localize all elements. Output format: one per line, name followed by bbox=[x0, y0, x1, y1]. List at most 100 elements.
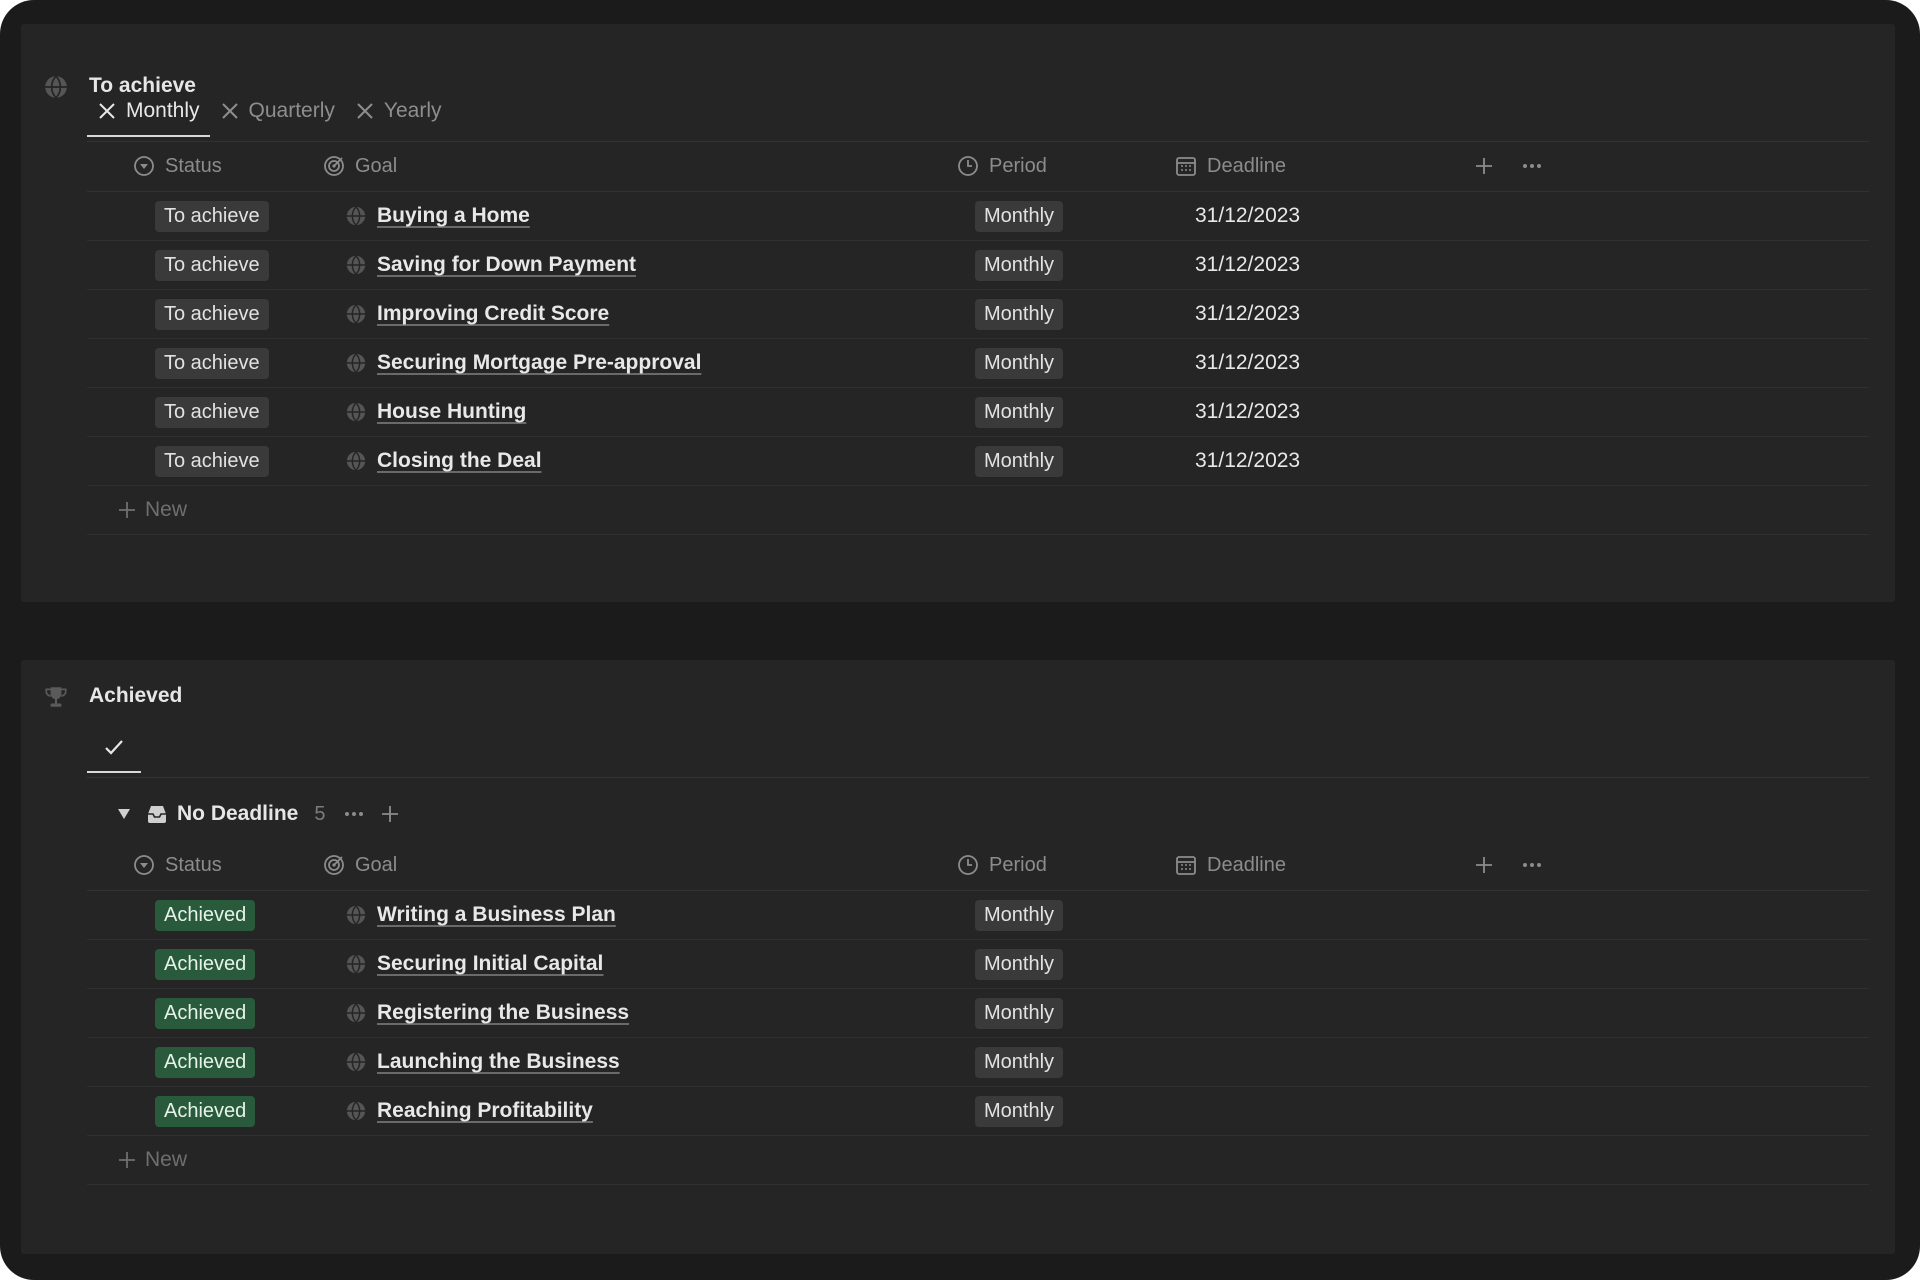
column-status[interactable]: Status bbox=[133, 141, 222, 191]
more-icon[interactable] bbox=[1521, 854, 1543, 876]
status-cell[interactable]: To achieve bbox=[155, 388, 269, 436]
deadline-cell[interactable] bbox=[1195, 891, 1445, 939]
achieved-section: Achieved No Deadline 5 Status Goal Perio… bbox=[21, 660, 1895, 1254]
table-row[interactable]: To achieve Improving Credit Score Monthly 3… bbox=[87, 290, 1869, 339]
deadline-cell[interactable] bbox=[1195, 989, 1445, 1037]
period-cell[interactable]: Monthly bbox=[975, 1087, 1064, 1135]
table-row[interactable]: Achieved Registering the Business Monthly bbox=[87, 989, 1869, 1038]
period-tag: Monthly bbox=[975, 249, 1064, 281]
column-period[interactable]: Period bbox=[957, 840, 1047, 890]
status-cell[interactable]: To achieve bbox=[155, 339, 269, 387]
tab-achieved[interactable] bbox=[87, 722, 141, 773]
goal-title[interactable]: House Hunting bbox=[377, 400, 526, 424]
goal-title[interactable]: Saving for Down Payment bbox=[377, 253, 636, 277]
column-goal[interactable]: Goal bbox=[323, 141, 397, 191]
more-icon[interactable] bbox=[1521, 155, 1543, 177]
tab-yearly[interactable]: Yearly bbox=[345, 86, 452, 136]
period-tag: Monthly bbox=[975, 200, 1064, 232]
deadline-cell[interactable]: 31/12/2023 bbox=[1195, 437, 1300, 485]
goal-title[interactable]: Securing Initial Capital bbox=[377, 952, 603, 976]
tab-monthly[interactable]: Monthly bbox=[87, 86, 210, 137]
add-column-icon[interactable] bbox=[1473, 854, 1495, 876]
column-label: Period bbox=[989, 853, 1047, 876]
period-cell[interactable]: Monthly bbox=[975, 989, 1064, 1037]
more-icon[interactable] bbox=[343, 803, 365, 825]
period-cell[interactable]: Monthly bbox=[975, 1038, 1064, 1086]
goal-cell[interactable]: Registering the Business bbox=[345, 989, 629, 1037]
period-tag: Monthly bbox=[975, 899, 1064, 931]
deadline-cell[interactable] bbox=[1195, 1038, 1445, 1086]
period-cell[interactable]: Monthly bbox=[975, 891, 1064, 939]
goal-cell[interactable]: Improving Credit Score bbox=[345, 290, 609, 338]
period-cell[interactable]: Monthly bbox=[975, 940, 1064, 988]
goal-cell[interactable]: House Hunting bbox=[345, 388, 526, 436]
period-cell[interactable]: Monthly bbox=[975, 437, 1064, 485]
goal-cell[interactable]: Buying a Home bbox=[345, 192, 530, 240]
status-cell[interactable]: Achieved bbox=[155, 940, 256, 988]
deadline-cell[interactable]: 31/12/2023 bbox=[1195, 241, 1300, 289]
goal-cell[interactable]: Writing a Business Plan bbox=[345, 891, 616, 939]
goal-title[interactable]: Improving Credit Score bbox=[377, 302, 609, 326]
column-deadline[interactable]: Deadline bbox=[1175, 840, 1286, 890]
deadline-cell[interactable] bbox=[1195, 1087, 1445, 1135]
goal-cell[interactable]: Closing the Deal bbox=[345, 437, 542, 485]
globe-icon bbox=[346, 450, 366, 472]
plus-icon[interactable] bbox=[379, 803, 401, 825]
goal-title[interactable]: Reaching Profitability bbox=[377, 1099, 593, 1123]
goal-cell[interactable]: Securing Initial Capital bbox=[345, 940, 603, 988]
column-status[interactable]: Status bbox=[133, 840, 222, 890]
deadline-cell[interactable]: 31/12/2023 bbox=[1195, 290, 1300, 338]
deadline-cell[interactable]: 31/12/2023 bbox=[1195, 192, 1300, 240]
status-cell[interactable]: To achieve bbox=[155, 192, 269, 240]
table-row[interactable]: To achieve Closing the Deal Monthly 31/12/2… bbox=[87, 437, 1869, 486]
status-cell[interactable]: To achieve bbox=[155, 241, 269, 289]
table-row[interactable]: Achieved Launching the Business Monthly bbox=[87, 1038, 1869, 1087]
goal-title[interactable]: Registering the Business bbox=[377, 1001, 629, 1025]
status-cell[interactable]: To achieve bbox=[155, 437, 269, 485]
deadline-cell[interactable] bbox=[1195, 940, 1445, 988]
triangle-down-icon[interactable] bbox=[117, 807, 131, 821]
period-tag: Monthly bbox=[975, 396, 1064, 428]
status-cell[interactable]: To achieve bbox=[155, 290, 269, 338]
goal-cell[interactable]: Saving for Down Payment bbox=[345, 241, 636, 289]
goal-cell[interactable]: Launching the Business bbox=[345, 1038, 620, 1086]
goal-title[interactable]: Closing the Deal bbox=[377, 449, 542, 473]
new-label: New bbox=[145, 498, 188, 521]
column-deadline[interactable]: Deadline bbox=[1175, 141, 1286, 191]
deadline-date: 31/12/2023 bbox=[1195, 351, 1301, 374]
table-row[interactable]: Achieved Writing a Business Plan Monthly bbox=[87, 891, 1869, 940]
new-row-button[interactable]: New bbox=[87, 1136, 1869, 1185]
column-label: Status bbox=[165, 154, 222, 177]
view-tabs: Monthly Quarterly Yearly bbox=[87, 86, 452, 137]
column-goal[interactable]: Goal bbox=[323, 840, 397, 890]
table-row[interactable]: To achieve Buying a Home Monthly 31/12/2023 bbox=[87, 192, 1869, 241]
status-cell[interactable]: Achieved bbox=[155, 891, 256, 939]
column-period[interactable]: Period bbox=[957, 141, 1047, 191]
deadline-cell[interactable]: 31/12/2023 bbox=[1195, 339, 1300, 387]
status-cell[interactable]: Achieved bbox=[155, 989, 256, 1037]
table-row[interactable]: To achieve Saving for Down Payment Monthly… bbox=[87, 241, 1869, 290]
goal-title[interactable]: Launching the Business bbox=[377, 1050, 620, 1074]
new-row-button[interactable]: New bbox=[87, 486, 1869, 535]
add-column-icon[interactable] bbox=[1473, 155, 1495, 177]
status-cell[interactable]: Achieved bbox=[155, 1038, 256, 1086]
period-cell[interactable]: Monthly bbox=[975, 290, 1064, 338]
table-row[interactable]: To achieve House Hunting Monthly 31/12/2023 bbox=[87, 388, 1869, 437]
goal-title[interactable]: Securing Mortgage Pre-approval bbox=[377, 351, 701, 375]
status-cell[interactable]: Achieved bbox=[155, 1087, 256, 1135]
goal-title[interactable]: Writing a Business Plan bbox=[377, 903, 616, 927]
table-row[interactable]: Achieved Reaching Profitability Monthly bbox=[87, 1087, 1869, 1136]
period-cell[interactable]: Monthly bbox=[975, 388, 1064, 436]
tab-quarterly[interactable]: Quarterly bbox=[210, 86, 345, 136]
period-cell[interactable]: Monthly bbox=[975, 241, 1064, 289]
goal-cell[interactable]: Reaching Profitability bbox=[345, 1087, 593, 1135]
table-row[interactable]: Achieved Securing Initial Capital Monthly bbox=[87, 940, 1869, 989]
goal-title[interactable]: Buying a Home bbox=[377, 204, 530, 228]
deadline-date: 31/12/2023 bbox=[1195, 400, 1301, 423]
table-row[interactable]: To achieve Securing Mortgage Pre-approval… bbox=[87, 339, 1869, 388]
goal-cell[interactable]: Securing Mortgage Pre-approval bbox=[345, 339, 701, 387]
period-cell[interactable]: Monthly bbox=[975, 339, 1064, 387]
deadline-cell[interactable]: 31/12/2023 bbox=[1195, 388, 1300, 436]
period-cell[interactable]: Monthly bbox=[975, 192, 1064, 240]
deadline-date: 31/12/2023 bbox=[1195, 253, 1301, 276]
